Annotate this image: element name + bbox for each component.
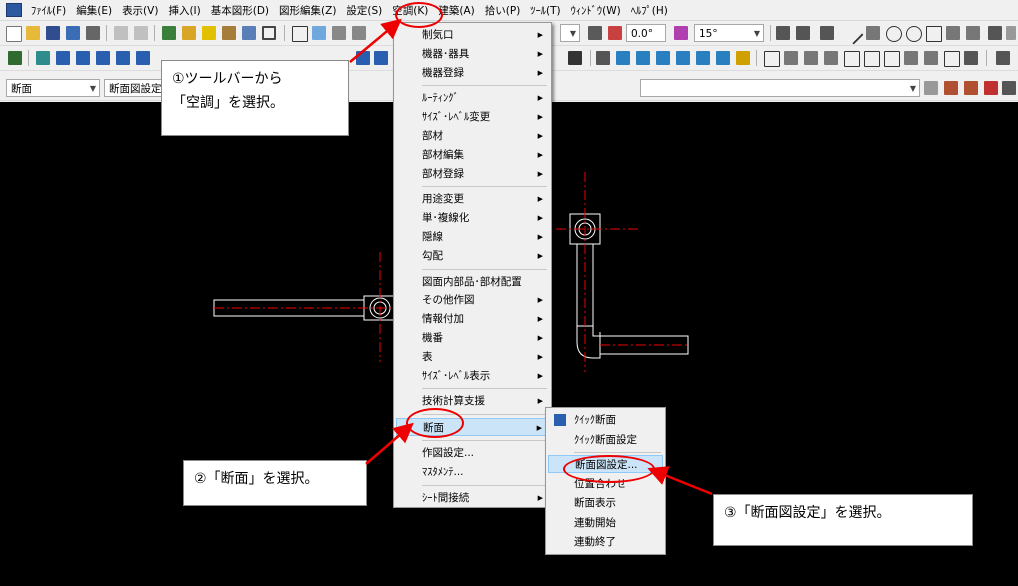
arrow-step2 [365, 422, 414, 465]
arrow-layer [349, 18, 713, 496]
arrow-step1 [349, 18, 402, 63]
arrow-step3 [647, 466, 713, 496]
